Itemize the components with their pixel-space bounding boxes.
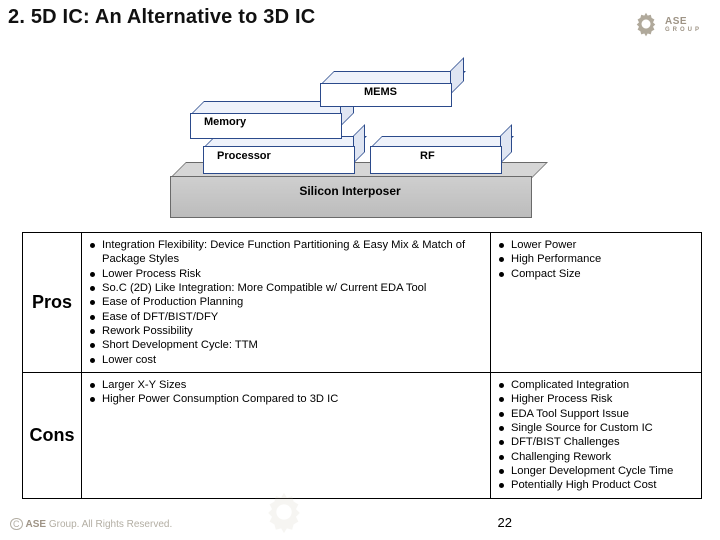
list-item: Rework Possibility	[90, 324, 484, 338]
list-item: Lower Power	[499, 238, 695, 252]
cons-left-cell: Larger X-Y SizesHigher Power Consumption…	[82, 372, 491, 498]
list-item: Longer Development Cycle Time	[499, 464, 695, 478]
ase-logo: ASE GROUP	[632, 10, 702, 38]
list-item: Potentially High Product Cost	[499, 478, 695, 492]
slide-title: 2. 5D IC: An Alternative to 3D IC	[8, 6, 315, 29]
page-number: 22	[498, 515, 512, 530]
list-item: Lower Process Risk	[90, 267, 484, 281]
list-item: So.C (2D) Like Integration: More Compati…	[90, 281, 484, 295]
list-item: DFT/BIST Challenges	[499, 435, 695, 449]
pros-header: Pros	[23, 233, 82, 373]
list-item: Higher Power Consumption Compared to 3D …	[90, 392, 484, 406]
list-item: EDA Tool Support Issue	[499, 407, 695, 421]
pros-right-cell: Lower PowerHigh PerformanceCompact Size	[491, 233, 702, 373]
cons-row: Cons Larger X-Y SizesHigher Power Consum…	[23, 372, 702, 498]
list-item: Integration Flexibility: Device Function…	[90, 238, 484, 267]
pros-row: Pros Integration Flexibility: Device Fun…	[23, 233, 702, 373]
cons-header: Cons	[23, 372, 82, 498]
interposer-diagram: Silicon Interposer RF Processor Memory M…	[170, 56, 530, 221]
logo-brand: ASE	[665, 16, 702, 27]
list-item: Lower cost	[90, 353, 484, 367]
list-item: Higher Process Risk	[499, 392, 695, 406]
list-item: Larger X-Y Sizes	[90, 378, 484, 392]
list-item: Short Development Cycle: TTM	[90, 338, 484, 352]
list-item: Compact Size	[499, 267, 695, 281]
list-item: High Performance	[499, 252, 695, 266]
interposer-label: Silicon Interposer	[170, 184, 530, 198]
logo-group: GROUP	[665, 27, 702, 33]
gear-icon	[632, 10, 660, 38]
gear-icon	[260, 488, 308, 536]
watermark	[260, 488, 308, 536]
list-item: Single Source for Custom IC	[499, 421, 695, 435]
list-item: Ease of DFT/BIST/DFY	[90, 310, 484, 324]
pros-cons-table: Pros Integration Flexibility: Device Fun…	[22, 232, 702, 499]
list-item: Ease of Production Planning	[90, 295, 484, 309]
list-item: Challenging Rework	[499, 450, 695, 464]
list-item: Complicated Integration	[499, 378, 695, 392]
pros-left-cell: Integration Flexibility: Device Function…	[82, 233, 491, 373]
cons-right-cell: Complicated IntegrationHigher Process Ri…	[491, 372, 702, 498]
footer-copyright: CASE Group. All Rights Reserved.	[10, 519, 172, 530]
